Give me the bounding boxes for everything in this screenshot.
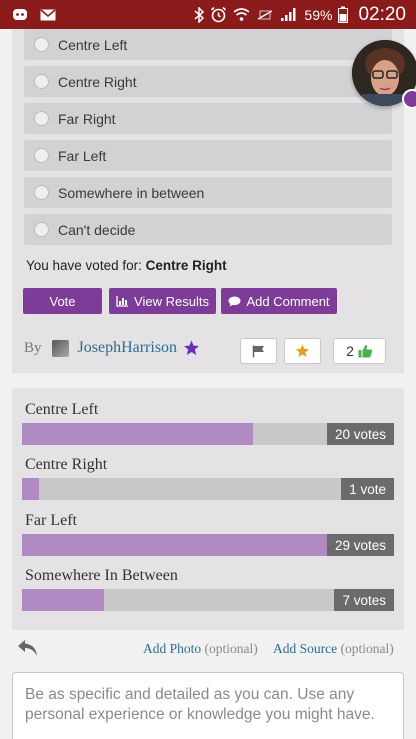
result-count: 1 vote	[341, 478, 394, 500]
flag-button[interactable]	[240, 338, 277, 364]
result-label: Centre Left	[25, 401, 99, 418]
battery-icon	[338, 6, 349, 23]
vote-button[interactable]: Vote	[23, 288, 102, 314]
wifi-icon	[233, 7, 250, 22]
result-fill	[22, 589, 104, 611]
optional-label: (optional)	[204, 641, 258, 656]
option-label: Centre Left	[58, 36, 128, 53]
poll-option[interactable]: Centre Right	[24, 66, 392, 97]
option-label: Can't decide	[58, 221, 136, 238]
bluetooth-icon	[194, 6, 205, 23]
optional-label: (optional)	[340, 641, 394, 656]
add-photo-link[interactable]: Add Photo (optional)	[143, 641, 258, 657]
like-button[interactable]: 2	[333, 338, 386, 364]
add-photo-label: Add Photo	[143, 641, 202, 656]
byline: By JosephHarrison	[24, 339, 200, 357]
discord-icon	[12, 8, 28, 21]
like-count: 2	[346, 343, 354, 359]
radio-button[interactable]	[34, 37, 49, 52]
battery-percent: 59%	[304, 6, 333, 23]
result-fill	[22, 534, 350, 556]
add-comment-button[interactable]: Add Comment	[221, 288, 337, 314]
poll-option[interactable]: Can't decide	[24, 214, 392, 245]
result-label: Somewhere In Between	[25, 567, 178, 584]
vote-button-label: Vote	[49, 293, 76, 309]
option-label: Far Right	[58, 110, 116, 127]
bar-chart-icon	[116, 295, 129, 307]
clock: 02:20	[358, 3, 406, 25]
no-sim-icon	[256, 9, 274, 21]
result-count: 20 votes	[326, 423, 394, 445]
poll-option[interactable]: Far Right	[24, 103, 392, 134]
radio-button[interactable]	[34, 111, 49, 126]
author-avatar[interactable]	[51, 339, 69, 357]
voted-status: You have voted for: Centre Right	[26, 258, 227, 273]
poll-option[interactable]: Centre Left	[24, 29, 392, 60]
radio-button[interactable]	[34, 222, 49, 237]
voted-choice: Centre Right	[145, 258, 227, 273]
signal-icon	[280, 7, 298, 22]
poll-option[interactable]: Somewhere in between	[24, 177, 392, 208]
radio-button[interactable]	[34, 185, 49, 200]
voted-prefix: You have voted for:	[26, 258, 146, 273]
radio-button[interactable]	[34, 74, 49, 89]
star-outline-icon	[295, 344, 310, 358]
chat-badge-icon	[402, 89, 416, 109]
author-link[interactable]: JosephHarrison	[78, 339, 178, 357]
favorite-button[interactable]	[284, 338, 321, 364]
comment-icon	[228, 296, 241, 307]
result-count: 29 votes	[326, 534, 394, 556]
result-count: 7 votes	[334, 589, 394, 611]
add-comment-label: Add Comment	[246, 293, 330, 309]
comment-input[interactable]: Be as specific and detailed as you can. …	[12, 672, 404, 739]
result-fill	[22, 478, 39, 500]
option-label: Centre Right	[58, 73, 137, 90]
status-bar: 59% 02:20	[0, 0, 416, 29]
result-bar: 7 votes	[22, 589, 394, 611]
results-card: Centre Left 20 votes Centre Right 1 vote…	[12, 388, 404, 630]
alarm-icon	[210, 6, 227, 23]
result-bar: 20 votes	[22, 423, 394, 445]
result-bar: 1 vote	[22, 478, 394, 500]
result-bar: 29 votes	[22, 534, 394, 556]
poll-card: Centre Left Centre Right Far Right Far L…	[12, 29, 404, 373]
reply-icon[interactable]	[16, 638, 40, 663]
comment-placeholder: Be as specific and detailed as you can. …	[25, 686, 375, 723]
add-source-link[interactable]: Add Source (optional)	[273, 641, 394, 657]
view-results-button[interactable]: View Results	[109, 288, 216, 314]
gmail-icon	[40, 8, 56, 21]
option-label: Somewhere in between	[58, 184, 205, 201]
result-fill	[22, 423, 253, 445]
option-label: Far Left	[58, 147, 107, 164]
result-label: Centre Right	[25, 456, 108, 473]
thumbs-up-icon	[358, 344, 373, 358]
by-label: By	[24, 339, 42, 356]
star-icon	[183, 340, 200, 356]
result-label: Far Left	[25, 512, 77, 529]
add-source-label: Add Source	[273, 641, 338, 656]
poll-option[interactable]: Far Left	[24, 140, 392, 171]
view-results-label: View Results	[134, 293, 209, 309]
radio-button[interactable]	[34, 148, 49, 163]
flag-icon	[252, 345, 266, 358]
